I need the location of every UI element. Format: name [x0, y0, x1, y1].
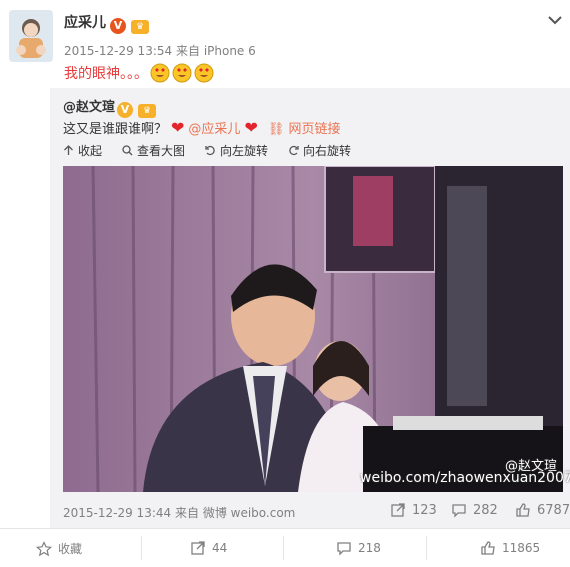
heart-eyes-emoji-icon [194, 63, 214, 83]
member-level-icon: ♛ [138, 104, 157, 118]
repost-timestamp[interactable]: 2015-12-29 13:44 [63, 506, 171, 520]
heart-eyes-emoji-icon [150, 63, 170, 83]
share-icon [391, 503, 405, 517]
repost-comments-button[interactable]: 282 [451, 502, 498, 518]
image-toolbar: 收起 查看大图 向左旋转 向右旋转 [63, 142, 351, 159]
comment-button[interactable]: 218 [336, 540, 381, 556]
author-name[interactable]: 应采儿 [64, 12, 106, 32]
post-source: iPhone 6 [203, 44, 256, 58]
heart-eyes-emoji-icon [172, 63, 192, 83]
likes-count: 11865 [502, 541, 541, 555]
reposts-count: 44 [212, 541, 228, 555]
comments-count: 218 [358, 541, 381, 555]
like-button[interactable]: 11865 [480, 540, 540, 556]
repost-author[interactable]: @赵文瑄 [63, 96, 115, 115]
divider [283, 536, 284, 560]
view-large-button[interactable]: 查看大图 [122, 142, 185, 159]
repost-reposts-count: 123 [412, 502, 437, 518]
comment-icon [337, 542, 351, 556]
repost-comments-count: 282 [473, 502, 498, 518]
watermark-url: weibo.com/zhaowenxuan2007 [360, 470, 570, 486]
rotate-left-label: 向左旋转 [220, 144, 269, 158]
favorite-label: 收藏 [58, 542, 83, 556]
link-icon: ⛓ [267, 122, 285, 137]
repost-text-content: 这又是谁跟谁啊？ [63, 122, 168, 137]
repost-source-prefix: 来自 [174, 506, 199, 520]
arrow-up-icon [64, 145, 73, 155]
heart-icon: ❤ [171, 118, 185, 137]
web-link-label: 网页链接 [288, 122, 341, 137]
member-level-icon: ♛ [131, 20, 150, 34]
collapse-button[interactable]: 收起 [63, 142, 102, 159]
collapse-label: 收起 [78, 144, 103, 158]
repost-reposts-button[interactable]: 123 [390, 502, 437, 518]
star-icon [36, 540, 52, 556]
web-link[interactable]: ⛓ 网页链接 [268, 118, 341, 137]
chevron-down-icon[interactable] [546, 12, 564, 26]
post-photo[interactable] [63, 166, 563, 492]
post-timestamp[interactable]: 2015-12-29 13:54 [64, 44, 172, 58]
search-icon [122, 145, 133, 156]
author-badges: V ♛ [110, 14, 150, 34]
avatar[interactable] [9, 10, 53, 62]
rotate-right-label: 向右旋转 [303, 144, 352, 158]
repost-meta: 2015-12-29 13:44 来自 微博 weibo.com [63, 504, 295, 521]
post-source-prefix: 来自 [175, 44, 200, 58]
rotate-left-button[interactable]: 向左旋转 [205, 142, 268, 159]
rotate-right-button[interactable]: 向右旋转 [288, 142, 351, 159]
divider [141, 536, 142, 560]
post-text: 我的眼神。。。 [64, 63, 214, 83]
share-icon [191, 541, 205, 555]
favorite-button[interactable]: 收藏 [36, 540, 82, 557]
repost-like-button[interactable]: 6787 [515, 502, 570, 518]
post-text-content: 我的眼神。。。 [64, 66, 148, 82]
heart-icon: ❤ [244, 118, 258, 137]
view-large-label: 查看大图 [137, 144, 186, 158]
divider [426, 536, 427, 560]
repost-button[interactable]: 44 [190, 540, 227, 556]
thumbs-up-icon [516, 503, 530, 517]
verified-icon: V [110, 18, 126, 34]
rotate-left-icon [205, 145, 215, 156]
repost-likes-count: 6787 [537, 502, 570, 518]
mention-link[interactable]: @应采儿 [188, 118, 240, 137]
comment-icon [452, 504, 466, 518]
repost-author-badges: V ♛ [117, 98, 157, 118]
thumbs-up-icon [481, 541, 495, 555]
rotate-right-icon [289, 145, 299, 156]
post-meta: 2015-12-29 13:54 来自 iPhone 6 [64, 42, 256, 59]
repost-text: 这又是谁跟谁啊？ ❤ @应采儿 ❤ ⛓ 网页链接 [63, 118, 341, 137]
repost-source[interactable]: 微博 weibo.com [203, 506, 296, 520]
verified-icon: V [117, 102, 133, 118]
